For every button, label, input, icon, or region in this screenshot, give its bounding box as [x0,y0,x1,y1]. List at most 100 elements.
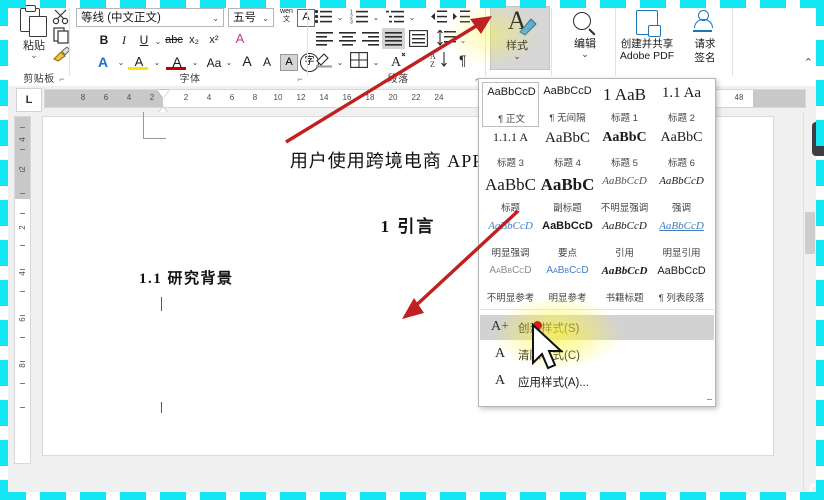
ruler-dash [20,337,25,338]
phonetic-guide-icon[interactable]: wen 文 [278,8,295,27]
request-sign-label-2[interactable]: 签名 [676,50,734,65]
style-name-label: 标题 2 [668,113,695,124]
font-name-combobox[interactable]: 等线 (中文正文) ⌄ [76,8,224,27]
style-preview-text: AaBbCcD [546,265,589,276]
align-justify-icon[interactable] [384,31,403,46]
scrollbar-thumb[interactable] [805,212,815,254]
style-gallery-item[interactable]: AaBbCcD 明显参考 [539,262,596,307]
vertical-ruler-tick: 2 [18,225,27,230]
font-size-combobox[interactable]: 五号 ⌄ [228,8,274,27]
align-right-icon[interactable] [361,31,380,46]
font-dialog-launcher[interactable]: ⌐ [295,74,305,84]
edge-panel-handle[interactable] [812,122,824,156]
font-name-caret[interactable]: ⌄ [212,9,219,26]
collapse-ribbon-icon[interactable]: ⌃ [804,56,813,69]
styles-gallery-dropdown[interactable]: AaBbCcD ¶ 正文 AaBbCcD ¶ 无间隔 1 AaB 标题 1 1.1 Aa 标题… [478,78,716,407]
sort-icon[interactable]: A Z [430,51,452,68]
request-sign-label-1[interactable]: 请求 [676,36,734,51]
increase-indent-icon[interactable] [452,9,470,24]
style-gallery-item[interactable]: AaBbC 标题 [482,172,539,217]
numbered-list-caret-icon[interactable]: ⌄ [371,9,381,27]
show-marks-icon[interactable]: A [389,51,409,68]
document-scrollbar[interactable] [803,112,816,492]
line-spacing-icon[interactable] [437,30,457,46]
multilevel-list-icon[interactable] [386,9,406,24]
paragraph-group-label: 段落 [387,74,409,85]
align-left-icon[interactable] [315,31,334,46]
ruler-tick: 4 [126,93,132,102]
style-menu-item[interactable]: A 清除格式(C) [480,342,714,367]
style-gallery-item[interactable]: 1 AaB 标题 1 [596,82,653,127]
style-gallery-item[interactable]: AaBbC 标题 4 [539,127,596,172]
svg-text:3: 3 [350,20,353,24]
tab-stop-selector[interactable]: L [16,88,42,112]
style-gallery-item[interactable]: AaBbCcD 明显引用 [653,217,710,262]
request-signature-icon[interactable] [693,10,713,32]
style-preview-text: 1 AaB [603,85,646,104]
superscript-button[interactable]: x² [206,31,222,49]
style-gallery-item[interactable]: AaBbC 副标题 [539,172,596,217]
style-gallery-item[interactable]: AaBbCcD 不明显强调 [596,172,653,217]
distribute-icon[interactable] [409,30,428,47]
style-gallery-item[interactable]: AaBbCcD 书籍标题 [596,262,653,307]
multilevel-list-caret-icon[interactable]: ⌄ [407,9,417,27]
style-name-label: 副标题 [553,203,582,214]
strikethrough-button[interactable]: abc [165,31,183,49]
bullet-list-icon[interactable] [314,9,334,24]
numbered-list-icon[interactable]: 1 2 3 [350,9,370,24]
shading-icon[interactable] [314,52,334,68]
grow-font-icon[interactable]: A [238,52,256,70]
subscript-button[interactable]: x₂ [186,31,202,49]
underline-button[interactable]: U [136,31,152,49]
bullet-list-caret-icon[interactable]: ⌄ [335,9,345,27]
bold-button[interactable]: B [96,31,112,49]
style-name-label: 书籍标题 [605,293,644,304]
style-gallery-item[interactable]: AaBbCcD 明显强调 [482,217,539,262]
style-gallery-item[interactable]: AaBbCcD ¶ 列表段落 [653,262,710,307]
style-gallery-item[interactable]: AaBbCcD 引用 [596,217,653,262]
align-center-icon[interactable] [338,31,357,46]
first-line-indent-marker[interactable] [157,90,169,98]
style-menu-item[interactable]: A 应用样式(A)... [480,369,714,394]
create-share-pdf-label-2[interactable]: Adobe PDF [618,50,676,62]
borders-icon[interactable] [350,52,368,68]
shrink-font-icon[interactable]: A [258,53,276,71]
ruler-dash [20,269,25,270]
style-gallery-item[interactable]: AaBbCcD ¶ 正文 [482,82,539,127]
create-pdf-icon[interactable] [636,10,661,37]
paragraph-mark-icon[interactable]: ¶ [458,51,476,68]
italic-button[interactable]: I [116,31,132,49]
editing-caret-icon[interactable]: ⌄ [554,49,616,60]
phonetic-bottom: 文 [283,16,290,23]
create-share-pdf-label-1[interactable]: 创建并共享 [618,36,676,51]
clipboard-dialog-launcher[interactable]: ⌐ [57,74,67,84]
style-gallery-item[interactable]: 1.1 Aa 标题 2 [653,82,710,127]
style-menu-item-label: 创建样式(S) [518,323,580,335]
styles-dropdown-caret[interactable]: ⌄ [488,51,546,62]
style-menu-item[interactable]: A+ 创建样式(S) [480,315,714,340]
style-gallery-item[interactable]: AaBbCcD 不明显参考 [482,262,539,307]
style-gallery-item[interactable]: AaBbC 标题 6 [653,127,710,172]
ruler-tick: 18 [365,93,375,102]
paste-icon[interactable] [18,5,48,37]
line-spacing-caret-icon[interactable]: ⌄ [458,32,468,50]
vertical-ruler-strip[interactable]: 422468 [14,116,31,464]
style-gallery-item[interactable]: AaBbCcD ¶ 无间隔 [539,82,596,127]
clear-formatting-icon[interactable]: A [230,30,250,48]
text-effects-icon[interactable]: A [94,53,112,71]
style-name-label: 标题 3 [497,158,524,169]
character-shading-icon[interactable]: A [280,54,298,71]
gallery-resize-grip[interactable] [707,397,713,403]
style-gallery-item[interactable]: AaBbC 标题 5 [596,127,653,172]
font-size-caret[interactable]: ⌄ [262,9,269,28]
style-preview-text: AaBbCcD [659,220,704,232]
style-gallery-item[interactable]: AaBbCcD 强调 [653,172,710,217]
ruler-dash [20,245,25,246]
style-gallery-item[interactable]: AaBbCcD 要点 [539,217,596,262]
underline-caret-icon[interactable]: ⌄ [153,33,163,51]
style-gallery-item[interactable]: 1.1.1 A 标题 3 [482,127,539,172]
decrease-indent-icon[interactable] [429,9,447,24]
style-preview-text: AaBbCcD [657,265,706,277]
search-icon[interactable] [573,12,591,30]
vertical-ruler[interactable]: 422468 [8,112,34,492]
